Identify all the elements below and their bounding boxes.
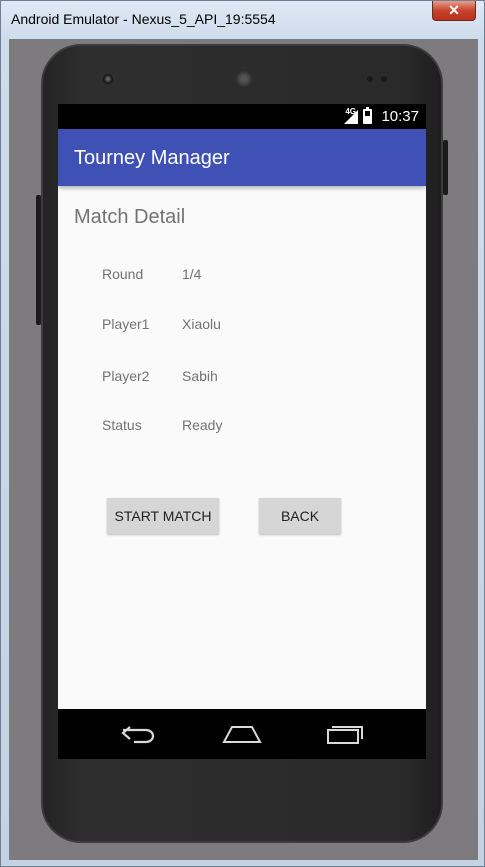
- home-icon[interactable]: [222, 723, 262, 745]
- device-screen: 4G 10:37 Tourney Manager Match Detail Ro…: [58, 104, 426, 759]
- volume-button[interactable]: [36, 195, 41, 325]
- status-value: Ready: [182, 417, 223, 433]
- front-camera-icon: [103, 74, 113, 84]
- detail-row-player1: Player1 Xiaolu: [102, 316, 402, 336]
- player2-label: Player2: [102, 368, 150, 384]
- player1-value: Xiaolu: [182, 316, 221, 332]
- player1-label: Player1: [102, 316, 150, 332]
- status-label: Status: [102, 417, 142, 433]
- sensor-icon: [367, 76, 373, 82]
- window-title: Android Emulator - Nexus_5_API_19:5554: [11, 11, 276, 27]
- recent-apps-icon[interactable]: [326, 723, 364, 745]
- battery-icon: [363, 107, 372, 124]
- app-bar: Tourney Manager: [58, 129, 426, 186]
- back-button[interactable]: BACK: [259, 498, 341, 534]
- round-label: Round: [102, 266, 144, 282]
- detail-row-player2: Player2 Sabih: [102, 368, 402, 388]
- power-button[interactable]: [443, 140, 448, 195]
- back-icon[interactable]: [120, 723, 158, 745]
- status-time: 10:37: [381, 108, 419, 125]
- page-title: Match Detail: [74, 206, 186, 228]
- detail-row-status: Status Ready: [102, 417, 402, 437]
- window-close-button[interactable]: ✕: [432, 1, 476, 21]
- player2-value: Sabih: [182, 368, 218, 384]
- signal-icon: [344, 110, 358, 124]
- start-match-button[interactable]: START MATCH: [107, 498, 219, 534]
- sensor-icon: [381, 76, 387, 82]
- round-value: 1/4: [182, 266, 202, 282]
- speaker-grille-icon: [235, 70, 253, 88]
- detail-row-round: Round 1/4: [102, 266, 402, 286]
- app-title: Tourney Manager: [74, 147, 230, 169]
- navigation-bar: [58, 709, 426, 759]
- status-bar: 4G 10:37: [58, 104, 426, 129]
